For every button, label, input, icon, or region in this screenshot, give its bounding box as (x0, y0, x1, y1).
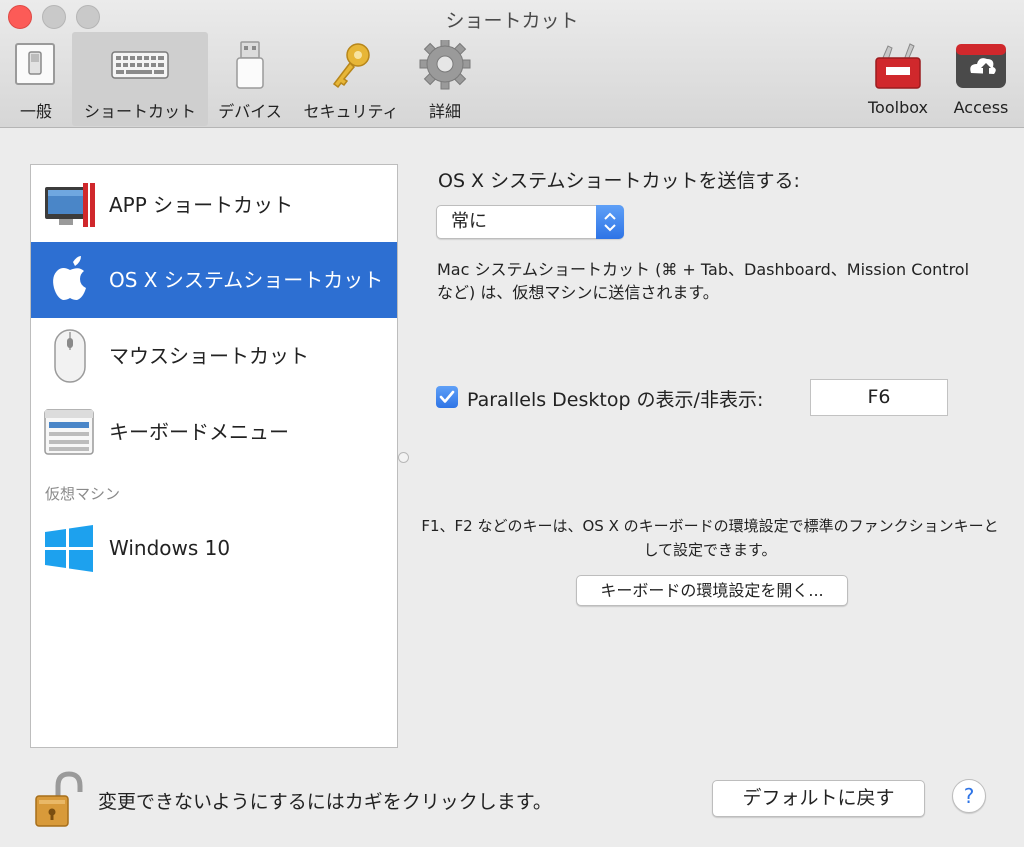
sidebar-item-osx-system-shortcuts[interactable]: OS X システムショートカット (31, 242, 397, 318)
send-shortcuts-heading: OS X システムショートカットを送信する: (438, 170, 800, 192)
toolbox-icon (858, 40, 938, 90)
toolbar-general-label: 一般 (19, 102, 52, 121)
window-title: ショートカット (445, 10, 579, 32)
toolbar-shortcuts-label: ショートカット (83, 102, 196, 121)
lock-icon[interactable] (34, 770, 84, 828)
toolbar-devices[interactable]: デバイス (212, 32, 288, 126)
toolbar-security-label: セキュリティ (303, 102, 399, 121)
show-hide-label: Parallels Desktop の表示/非表示: (467, 389, 764, 411)
preferences-window: ショートカット 一般 ショートカット デバイス セキュリティ 詳細 Toolbo… (0, 0, 1024, 847)
titlebar-toolbar: ショートカット 一般 ショートカット デバイス セキュリティ 詳細 Toolbo… (0, 0, 1024, 128)
sidebar-item-label: Windows 10 (109, 536, 231, 560)
parallels-access-icon (942, 40, 1020, 90)
send-shortcuts-popup[interactable]: 常に (436, 205, 624, 239)
checkmark-icon (439, 390, 455, 403)
toolbar-shortcuts[interactable]: ショートカット (72, 32, 208, 126)
show-hide-shortcut-field[interactable]: F6 (810, 379, 948, 416)
switch-icon (4, 40, 68, 90)
usb-icon (212, 40, 288, 90)
open-keyboard-prefs-button[interactable]: キーボードの環境設定を開く... (576, 575, 848, 606)
sidebar-item-vm-windows10[interactable]: Windows 10 (31, 510, 397, 586)
sidebar-item-label: OS X システムショートカット (109, 268, 384, 292)
send-shortcuts-value: 常に (451, 211, 487, 232)
lock-hint-text: 変更できないようにするにはカギをクリックします。 (98, 791, 552, 813)
toolbar-devices-label: デバイス (218, 102, 282, 121)
splitter-handle[interactable] (398, 452, 409, 463)
shortcut-category-list: APP ショートカット OS X システムショートカット マウスショートカット (30, 164, 398, 748)
popup-arrows-icon (596, 205, 624, 239)
apple-icon (43, 252, 97, 308)
send-shortcuts-description: Mac システムショートカット (⌘ + Tab、Dashboard、Missi… (437, 260, 970, 302)
toolbar-general[interactable]: 一般 (4, 32, 68, 126)
toolbar-access[interactable]: Access (942, 32, 1020, 126)
keyboard-icon (72, 40, 208, 90)
sidebar-item-label: マウスショートカット (109, 344, 309, 368)
key-icon (294, 40, 408, 90)
windows-icon (43, 520, 97, 576)
vm-group-header: 仮想マシン (45, 485, 121, 503)
show-hide-checkbox[interactable] (436, 386, 458, 408)
gear-icon (412, 38, 478, 90)
sidebar-item-mouse-shortcuts[interactable]: マウスショートカット (31, 318, 397, 394)
function-keys-note: F1、F2 などのキーは、OS X のキーボードの環境設定で標準のファンクション… (421, 517, 999, 559)
sidebar-item-app-shortcuts[interactable]: APP ショートカット (31, 167, 397, 243)
help-button[interactable]: ? (952, 779, 986, 813)
toolbar-toolbox[interactable]: Toolbox (858, 32, 938, 126)
toolbar-security[interactable]: セキュリティ (294, 32, 408, 126)
toolbar-advanced[interactable]: 詳細 (412, 32, 478, 126)
keyboard-menu-icon (43, 404, 97, 460)
app-window-icon (43, 177, 97, 233)
restore-defaults-button[interactable]: デフォルトに戻す (712, 780, 925, 817)
sidebar-item-label: APP ショートカット (109, 193, 294, 217)
mouse-icon (43, 328, 97, 384)
sidebar-item-label: キーボードメニュー (109, 420, 289, 444)
sidebar-item-keyboard-menu[interactable]: キーボードメニュー (31, 394, 397, 470)
toolbar-advanced-label: 詳細 (428, 102, 461, 121)
toolbar-access-label: Access (953, 98, 1009, 117)
toolbar-toolbox-label: Toolbox (868, 98, 928, 117)
